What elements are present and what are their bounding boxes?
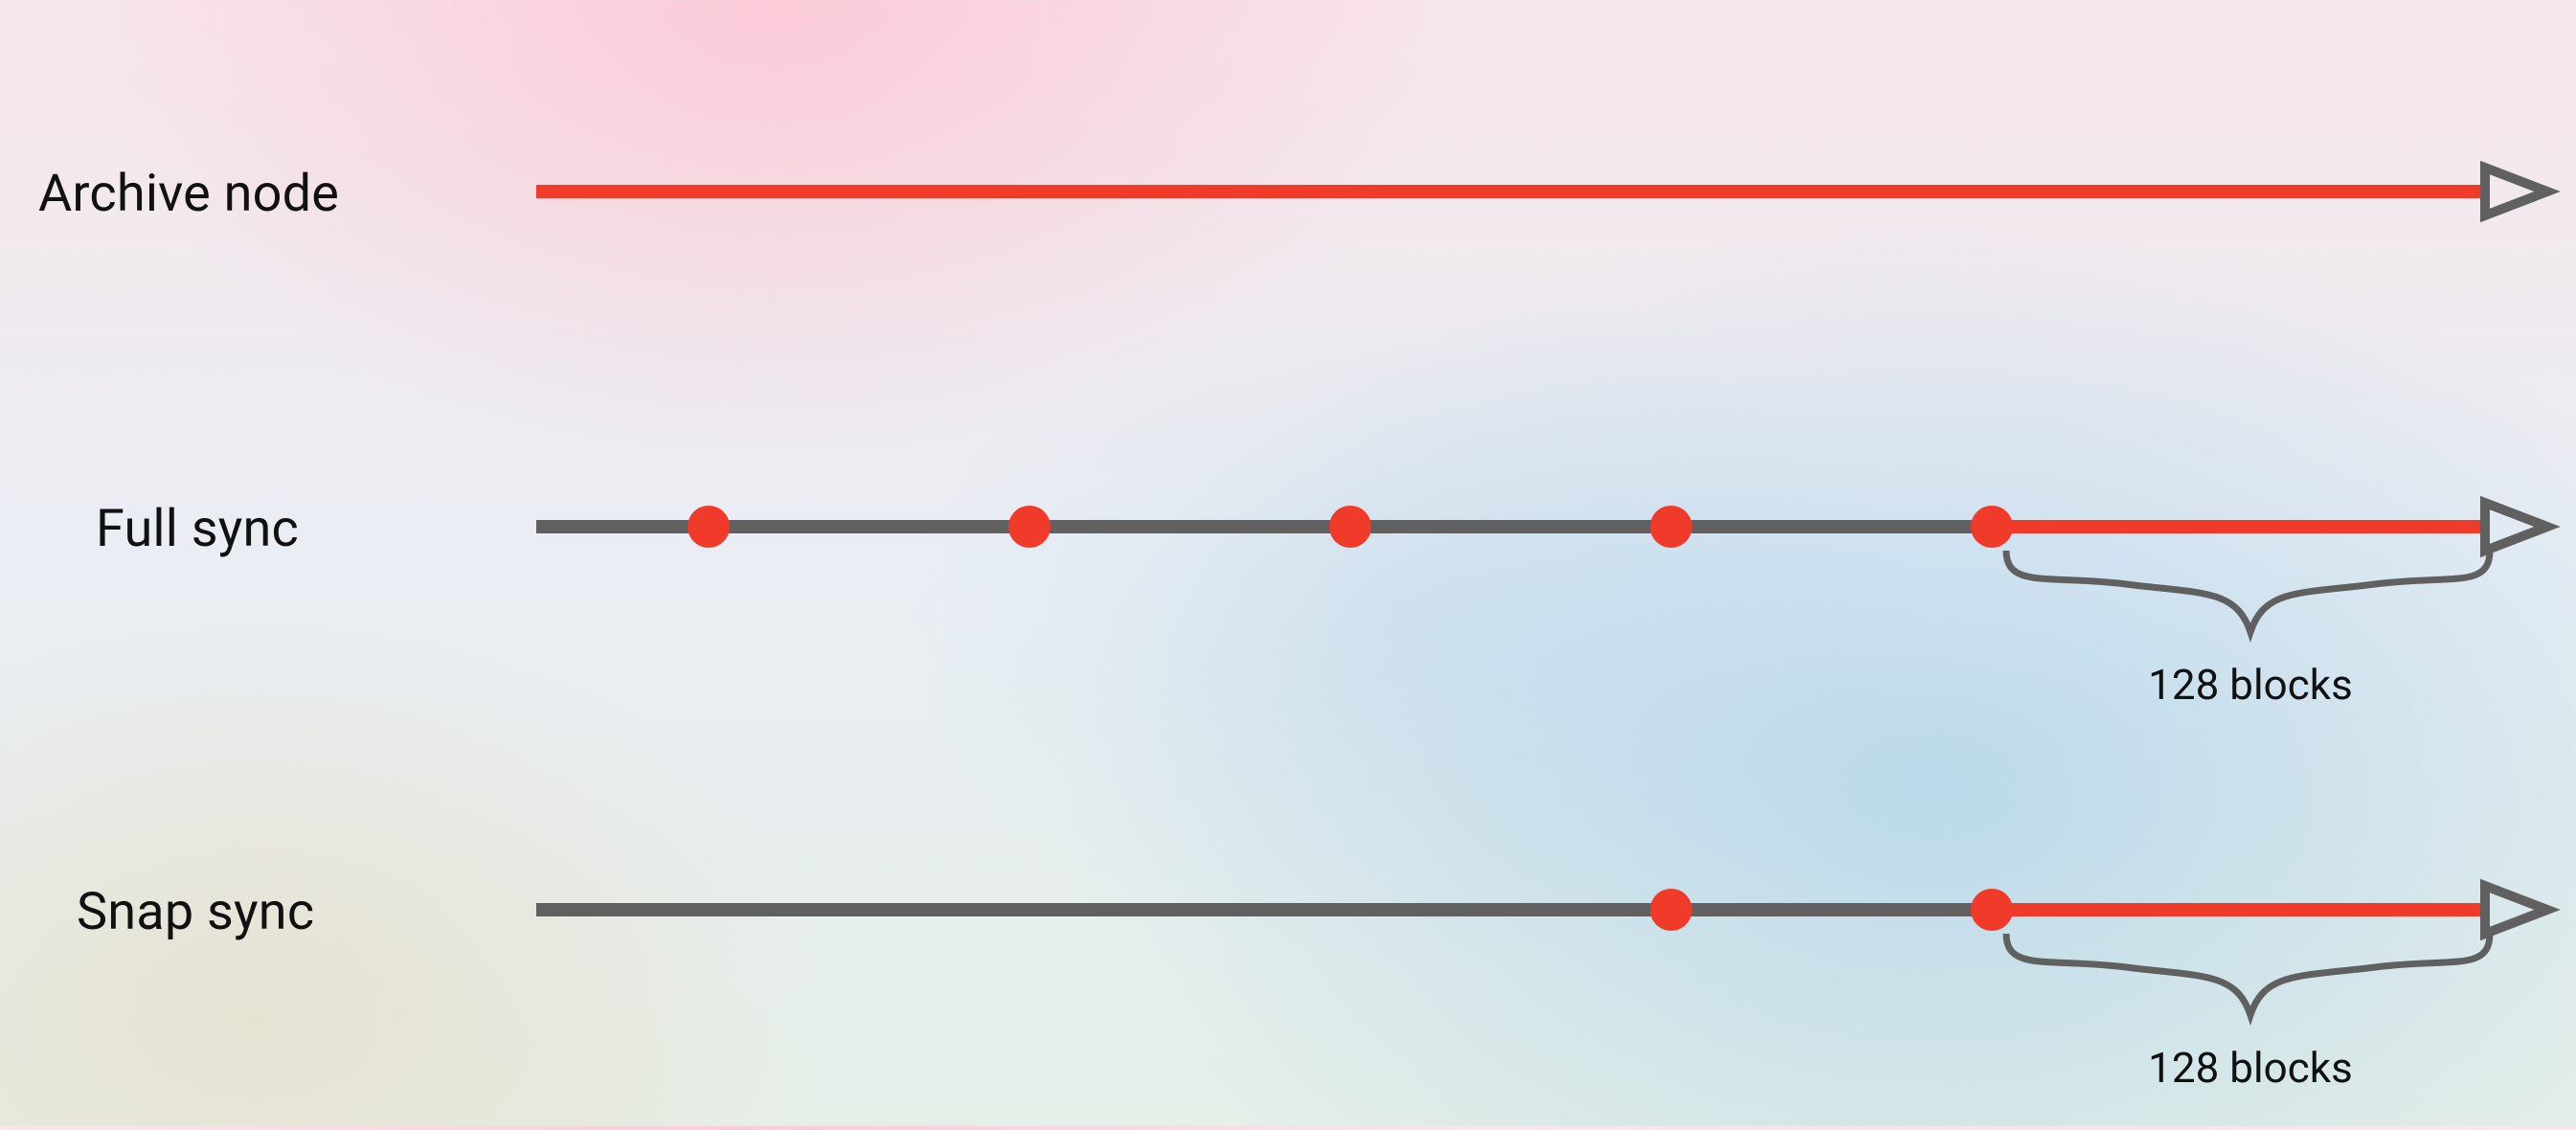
timeline-snap-sync: 128 blocks — [536, 886, 2547, 1093]
arrowhead-icon — [2485, 886, 2547, 934]
arrowhead-icon — [2485, 168, 2547, 215]
label-snap-sync: Snap sync — [77, 882, 314, 942]
sync-diagram: Archive node Full sync 128 blocks Snap s… — [0, 0, 2576, 1126]
checkpoint-dot — [1971, 889, 2013, 931]
checkpoint-dot — [1008, 506, 1051, 548]
brace-icon — [2006, 934, 2490, 1015]
checkpoint-dot — [1329, 506, 1371, 548]
brace-icon — [2006, 551, 2490, 632]
brace-label-snap: 128 blocks — [2148, 1043, 2353, 1093]
checkpoint-dot — [1650, 889, 1692, 931]
arrowhead-icon — [2485, 503, 2547, 551]
timeline-full-sync: 128 blocks — [536, 503, 2547, 710]
label-full-sync: Full sync — [96, 499, 299, 559]
timeline-archive — [536, 168, 2547, 215]
brace-label-full: 128 blocks — [2148, 660, 2353, 710]
checkpoint-dot — [1650, 506, 1692, 548]
checkpoint-dot — [688, 506, 730, 548]
label-archive: Archive node — [38, 164, 339, 224]
checkpoint-dot — [1971, 506, 2013, 548]
